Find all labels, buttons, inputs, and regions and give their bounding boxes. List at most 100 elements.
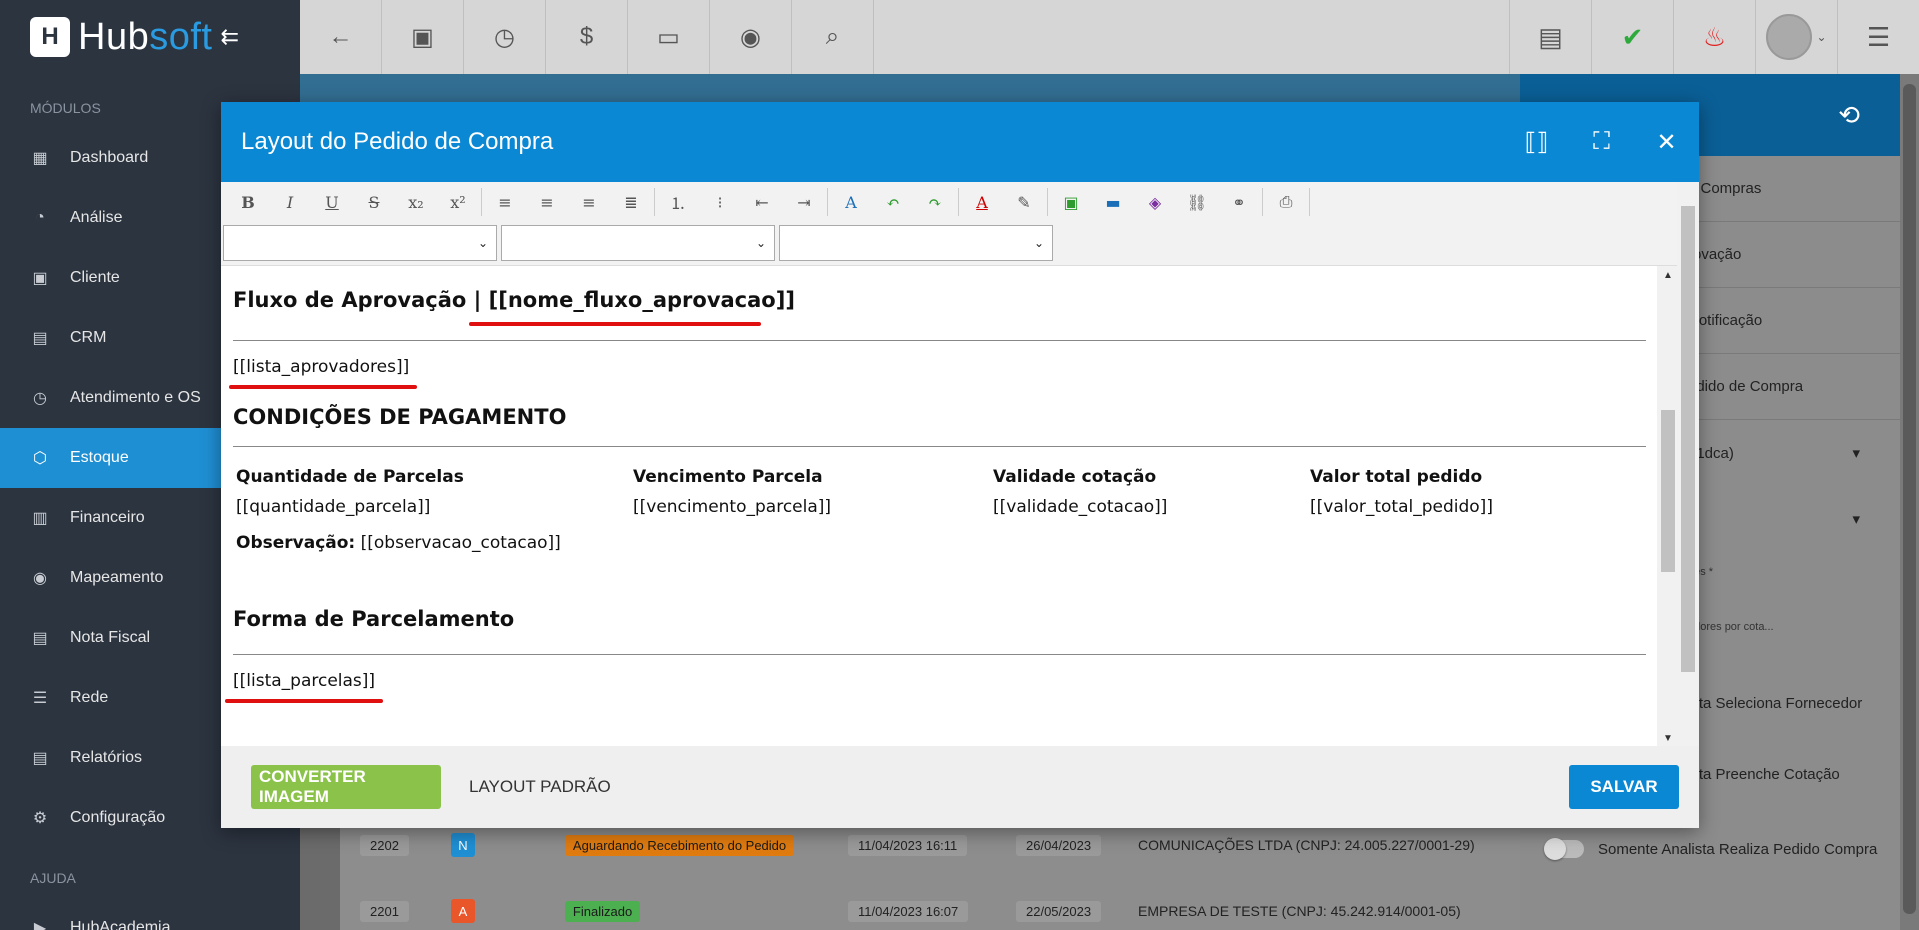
scroll-down-icon[interactable]: ▼ xyxy=(1663,733,1673,744)
outdent-icon[interactable]: ⇤ xyxy=(741,186,783,218)
condition-column: Vencimento Parcela [[vencimento_parcela]… xyxy=(633,467,831,517)
chevron-down-icon: ⌄ xyxy=(1033,236,1044,250)
indent-icon[interactable]: ⇥ xyxy=(783,186,825,218)
ordered-list-icon[interactable]: ⒈ xyxy=(657,186,699,218)
modal-scrollbar[interactable] xyxy=(1677,182,1699,746)
default-layout-button[interactable]: LAYOUT PADRÃO xyxy=(469,777,611,797)
row-letter-badge: N xyxy=(450,833,475,857)
row-due-date: 26/04/2023 xyxy=(1016,834,1102,856)
horizontal-rule-icon[interactable]: ▬ xyxy=(1092,186,1134,218)
caret-down-icon: ▾ xyxy=(1852,511,1860,528)
sidebar-item-icon: ▥ xyxy=(32,510,48,527)
table-row[interactable]: 2201 A Finalizado 11/04/2023 16:07 22/05/202… xyxy=(340,884,1520,930)
eye-icon[interactable]: ◉ xyxy=(710,0,792,74)
separator xyxy=(1309,188,1310,216)
link-icon[interactable]: ⛓ xyxy=(1176,186,1218,218)
logo[interactable]: H Hubsoft ⇇ xyxy=(0,0,300,74)
eraser-icon[interactable]: ✎ xyxy=(1003,186,1045,218)
separator xyxy=(1262,188,1263,216)
italic-icon[interactable]: I xyxy=(269,186,311,218)
align-left-icon[interactable]: ≡ xyxy=(484,186,526,218)
condition-value: [[validade_cotacao]] xyxy=(993,497,1168,517)
sidebar-item-label: Atendimento e OS xyxy=(70,389,201,406)
scroll-up-icon[interactable]: ▲ xyxy=(1663,270,1673,281)
search-icon[interactable]: ⌕ xyxy=(792,0,874,74)
superscript-icon[interactable]: x² xyxy=(437,186,479,218)
sidebar-item-icon: ◷ xyxy=(33,390,47,407)
chevron-down-icon: ⌄ xyxy=(1816,30,1827,44)
status-badge: Finalizado xyxy=(564,900,641,922)
print-icon[interactable]: ⎙ xyxy=(1265,186,1307,218)
page-scrollbar-thumb[interactable] xyxy=(1903,84,1916,914)
sidebar-item-icon: ◉ xyxy=(33,570,47,587)
list-menu-icon[interactable]: ☰ xyxy=(1837,0,1919,74)
terminal-icon[interactable]: ▭ xyxy=(628,0,710,74)
condition-value: [[quantidade_parcela]] xyxy=(236,497,431,517)
editor-scrollbar[interactable]: ▲ ▼ xyxy=(1657,266,1677,746)
check-message-icon[interactable]: ✔ xyxy=(1591,0,1673,74)
underline-icon[interactable]: U xyxy=(311,186,353,218)
approvers-line: [[lista_aprovadores]] xyxy=(229,341,1645,389)
sidebar-item-label: Financeiro xyxy=(70,509,145,526)
toggle-switch[interactable] xyxy=(1544,838,1584,860)
editor-scrollbar-thumb[interactable] xyxy=(1661,410,1675,572)
save-button[interactable]: SALVAR xyxy=(1569,765,1679,809)
payment-conditions-heading: CONDIÇÕES DE PAGAMENTO xyxy=(233,387,1646,447)
sidebar-item-label: Relatórios xyxy=(70,749,143,766)
red-underline-annotation xyxy=(229,385,417,389)
schedule-icon[interactable]: ◷ xyxy=(464,0,546,74)
installments-heading: Forma de Parcelamento xyxy=(233,595,1646,655)
close-icon[interactable]: ✕ xyxy=(1634,102,1699,182)
alarm-bell-icon[interactable]: ♨ xyxy=(1673,0,1755,74)
sidebar-item-hubacademia[interactable]: ▶ HubAcademia xyxy=(0,898,300,930)
collapse-sidebar-icon[interactable]: ⇇ xyxy=(220,24,238,50)
sidebar-item-label: HubAcademia xyxy=(70,919,171,930)
approval-flow-heading: Fluxo de Aprovação | [[nome_fluxo_aprova… xyxy=(233,266,1646,341)
sidebar-item-icon: ◔ xyxy=(35,209,45,226)
row-company: COMUNICAÇÕES LTDA (CNPJ: 24.005.227/0001… xyxy=(1138,837,1475,853)
observation-line: Observação: [[observacao_cotacao]] xyxy=(236,533,561,553)
condition-column: Quantidade de Parcelas [[quantidade_parc… xyxy=(236,467,464,517)
remove-format-icon[interactable]: A xyxy=(830,186,872,218)
row-due-date: 22/05/2023 xyxy=(1016,900,1102,922)
contact-card-icon[interactable]: ▣ xyxy=(382,0,464,74)
table-icon[interactable]: ◈ xyxy=(1134,186,1176,218)
user-menu[interactable]: ⌄ xyxy=(1755,0,1837,74)
code-view-icon[interactable]: ⟦⟧ xyxy=(1504,102,1569,182)
convert-image-button[interactable]: CONVERTER IMAGEM xyxy=(251,765,441,809)
format-select[interactable]: ⌄ xyxy=(223,225,497,261)
condition-label: Vencimento Parcela xyxy=(633,467,823,487)
unlink-icon[interactable]: ⚭ xyxy=(1218,186,1260,218)
dollar-icon[interactable]: $ xyxy=(546,0,628,74)
bold-icon[interactable]: B xyxy=(227,186,269,218)
fullscreen-icon[interactable]: ⛶ xyxy=(1569,102,1634,182)
chevron-down-icon: ⌄ xyxy=(477,236,488,250)
sidebar-item-label: Análise xyxy=(70,209,123,226)
condition-label: Validade cotação xyxy=(993,467,1157,487)
separator xyxy=(654,188,655,216)
page-scrollbar[interactable] xyxy=(1900,74,1919,930)
image-icon[interactable]: ▣ xyxy=(1050,186,1092,218)
font-color-icon[interactable]: A xyxy=(961,186,1003,218)
observation-value: [[observacao_cotacao]] xyxy=(355,533,561,553)
modal-scrollbar-thumb[interactable] xyxy=(1681,206,1695,672)
align-center-icon[interactable]: ≡ xyxy=(526,186,568,218)
redo-icon[interactable]: ↷ xyxy=(914,186,956,218)
editor-content-area[interactable]: Fluxo de Aprovação | [[nome_fluxo_aprova… xyxy=(221,266,1657,746)
pdf-icon[interactable]: ▤ xyxy=(1509,0,1591,74)
modal-header: Layout do Pedido de Compra ⟦⟧ ⛶ ✕ xyxy=(221,102,1699,182)
align-right-icon[interactable]: ≡ xyxy=(568,186,610,218)
separator xyxy=(958,188,959,216)
modal-title: Layout do Pedido de Compra xyxy=(241,128,554,155)
undo-icon[interactable]: ↶ xyxy=(872,186,914,218)
back-icon[interactable]: ← xyxy=(300,0,382,74)
font-family-select[interactable]: ⌄ xyxy=(501,225,775,261)
align-justify-icon[interactable]: ≣ xyxy=(610,186,652,218)
unordered-list-icon[interactable]: ⁝ xyxy=(699,186,741,218)
strikethrough-icon[interactable]: S xyxy=(353,186,395,218)
sidebar-item-icon: ▤ xyxy=(32,750,48,767)
font-size-select[interactable]: ⌄ xyxy=(779,225,1053,261)
subscript-icon[interactable]: x₂ xyxy=(395,186,437,218)
play-icon: ▶ xyxy=(33,920,47,930)
